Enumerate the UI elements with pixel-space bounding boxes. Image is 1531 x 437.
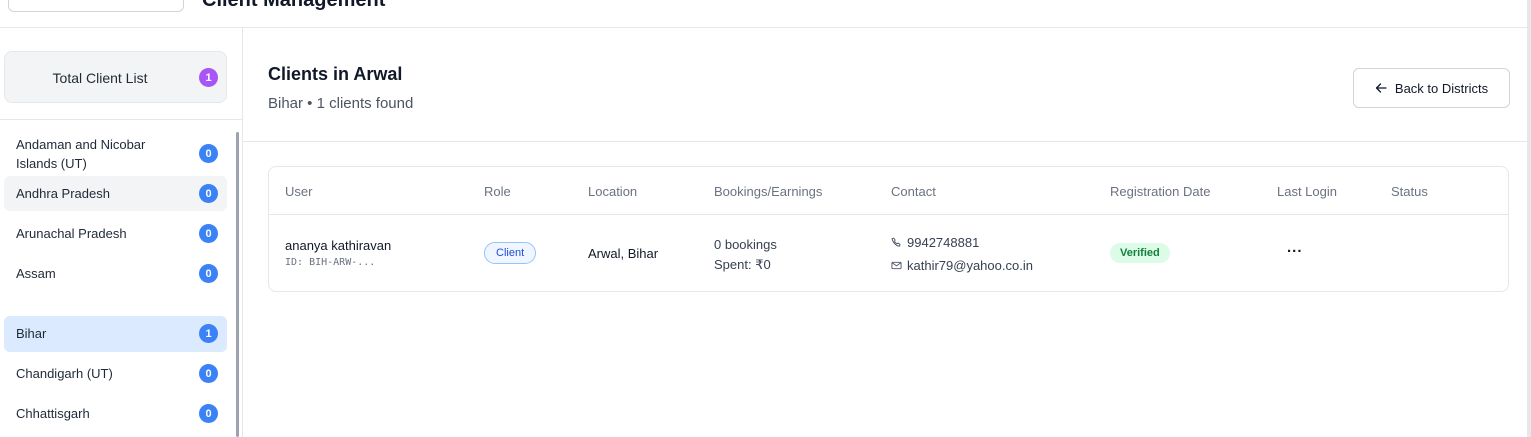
- column-header-status: Status: [1391, 184, 1428, 199]
- main-content: Clients in Arwal Bihar • 1 clients found…: [243, 28, 1531, 437]
- sidebar-item-bihar[interactable]: Bihar 1: [4, 316, 227, 352]
- state-sidebar: Total Client List 1 Andaman and Nicobar …: [0, 28, 243, 437]
- client-location: Arwal, Bihar: [588, 246, 659, 261]
- sidebar-item-chhattisgarh[interactable]: Chhattisgarh 0: [4, 396, 227, 431]
- arrow-left-icon: [1375, 83, 1387, 93]
- client-phone[interactable]: 9942748881: [891, 235, 979, 250]
- sidebar-item-count: 0: [199, 144, 218, 163]
- district-subtitle: Bihar • 1 clients found: [268, 95, 414, 112]
- client-bookings: 0 bookings: [714, 237, 777, 252]
- back-button-label: Back to Districts: [1394, 80, 1489, 96]
- column-header-contact: Contact: [891, 184, 936, 199]
- sidebar-item-count: 0: [199, 184, 218, 203]
- sidebar-item-label: Bihar: [16, 326, 47, 341]
- sidebar-item-label: Andaman and Nicobar Islands (UT): [16, 137, 146, 171]
- sidebar-scrollbar[interactable]: [236, 132, 239, 437]
- sidebar-item-label: Chandigarh (UT): [16, 366, 113, 381]
- sidebar-divider: [0, 119, 243, 120]
- main-header: Clients in Arwal Bihar • 1 clients found…: [243, 28, 1531, 142]
- sidebar-item-assam[interactable]: Assam 0: [4, 256, 227, 291]
- client-email-text: kathir79@yahoo.co.in: [907, 258, 1033, 273]
- top-header: Client Management: [0, 0, 1531, 28]
- client-phone-text: 9942748881: [907, 235, 980, 250]
- window-right-edge: [1527, 0, 1531, 437]
- client-name: ananya kathiravan: [285, 238, 392, 253]
- verified-status-badge: Verified: [1110, 243, 1170, 263]
- column-header-registration: Registration Date: [1110, 184, 1211, 199]
- mail-icon: [891, 261, 902, 270]
- column-header-role: Role: [484, 184, 511, 199]
- sidebar-item-andhra-pradesh[interactable]: Andhra Pradesh 0: [4, 176, 227, 211]
- header-search-box[interactable]: [8, 0, 184, 12]
- column-header-user: User: [285, 184, 313, 199]
- sidebar-item-label: Andhra Pradesh: [16, 186, 110, 201]
- total-client-list-label: Total Client List: [52, 70, 148, 86]
- sidebar-item-count: 0: [199, 264, 218, 283]
- sidebar-item-label: Chhattisgarh: [16, 406, 90, 421]
- client-spent: Spent: ₹0: [714, 257, 771, 272]
- table-header-row: User Role Location Bookings/Earnings Con…: [269, 167, 1508, 215]
- column-header-location: Location: [588, 184, 638, 199]
- table-row[interactable]: ananya kathiravan ID: BIH-ARW-... Client…: [269, 215, 1508, 291]
- sidebar-item-label: Arunachal Pradesh: [16, 226, 127, 241]
- sidebar-item-chandigarh[interactable]: Chandigarh (UT) 0: [4, 356, 227, 391]
- district-title: Clients in Arwal: [268, 64, 403, 84]
- phone-icon: [891, 237, 901, 247]
- page-title: Client Management: [202, 0, 386, 11]
- column-header-last-login: Last Login: [1277, 184, 1337, 199]
- total-client-list-button[interactable]: Total Client List 1: [4, 51, 227, 103]
- column-header-bookings: Bookings/Earnings: [714, 184, 823, 199]
- back-to-districts-button[interactable]: Back to Districts: [1353, 68, 1510, 108]
- sidebar-item-label: Assam: [16, 266, 56, 281]
- client-id: ID: BIH-ARW-...: [285, 257, 376, 268]
- total-count-badge: 1: [199, 68, 218, 87]
- client-email[interactable]: kathir79@yahoo.co.in: [891, 258, 1033, 273]
- sidebar-item-count: 0: [199, 224, 218, 243]
- row-actions-more-icon[interactable]: ...: [1287, 239, 1303, 256]
- sidebar-item-count: 1: [199, 324, 218, 343]
- role-badge: Client: [484, 242, 537, 264]
- sidebar-item-count: 0: [199, 364, 218, 383]
- sidebar-item-arunachal-pradesh[interactable]: Arunachal Pradesh 0: [4, 216, 227, 251]
- sidebar-item-count: 0: [199, 404, 218, 423]
- clients-table: User Role Location Bookings/Earnings Con…: [268, 166, 1509, 292]
- sidebar-item-andaman[interactable]: Andaman and Nicobar Islands (UT) 0: [4, 134, 227, 174]
